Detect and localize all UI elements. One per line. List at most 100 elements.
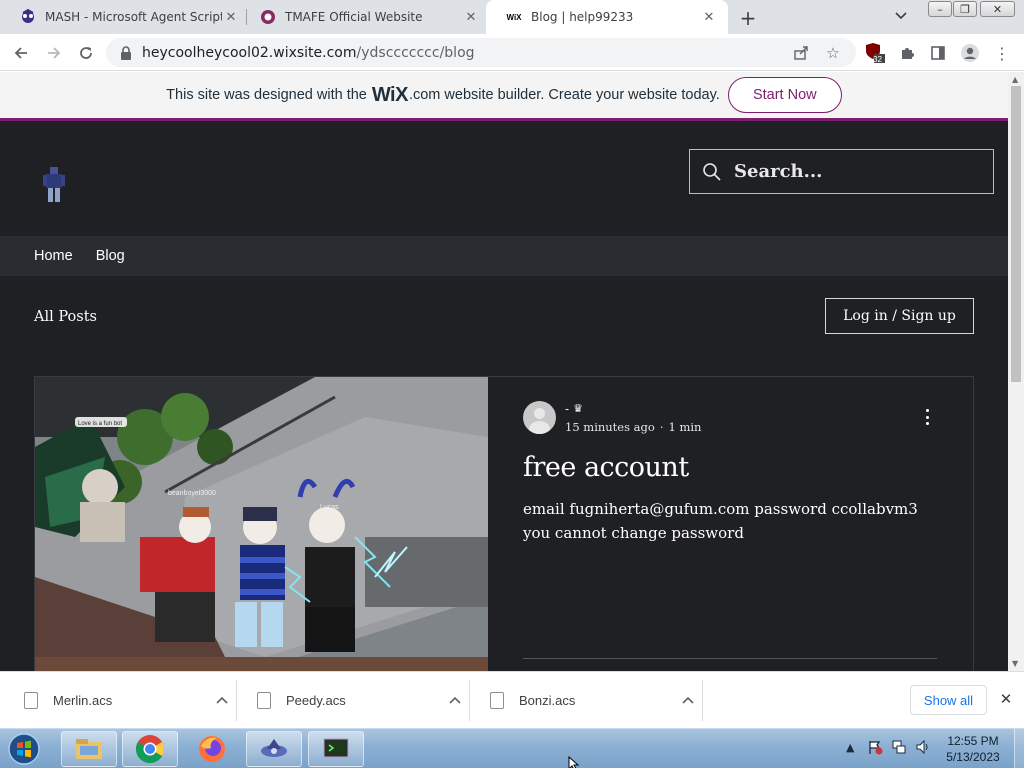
download-filename: Bonzi.acs — [519, 693, 576, 708]
download-item-peedy[interactable]: Peedy.acs — [237, 680, 470, 721]
new-tab-button[interactable]: + — [737, 6, 759, 30]
extension-badge: 32 — [873, 55, 882, 64]
all-posts-link[interactable]: All Posts — [34, 309, 97, 325]
close-icon[interactable]: ✕ — [700, 8, 718, 26]
site-search-input[interactable]: Search... — [689, 149, 994, 194]
post-card[interactable]: Love is a fun bot Lucas beanboyel3000 - … — [34, 376, 974, 671]
post-more-actions-icon[interactable] — [923, 407, 931, 427]
start-button[interactable] — [4, 731, 44, 767]
post-read-time: 1 min — [668, 419, 702, 434]
chevron-up-icon[interactable] — [673, 695, 703, 707]
profile-avatar-icon[interactable] — [958, 41, 982, 65]
chevron-up-icon[interactable] — [207, 695, 237, 707]
image-label-text: Lucas — [320, 504, 339, 511]
minimize-button[interactable]: – — [928, 1, 952, 17]
tab-tmafe[interactable]: TMAFE Official Website ✕ — [240, 0, 490, 34]
action-center-flag-icon[interactable] — [867, 739, 883, 758]
tab-search-chevron-icon[interactable] — [895, 9, 907, 23]
tab-mash[interactable]: MASH - Microsoft Agent Scriptin ✕ — [0, 0, 250, 34]
tab-title: MASH - Microsoft Agent Scriptin — [45, 10, 222, 24]
search-placeholder: Search... — [734, 161, 823, 182]
tab-strip: MASH - Microsoft Agent Scriptin ✕ TMAFE … — [0, 0, 1024, 34]
reload-button[interactable] — [74, 41, 98, 65]
file-icon — [24, 692, 38, 709]
clock-time: 12:55 PM — [947, 734, 999, 748]
share-icon[interactable] — [790, 38, 812, 67]
firefox-taskbar-icon[interactable] — [184, 731, 240, 767]
page-viewport: This site was designed with the WiX .com… — [0, 72, 1008, 671]
meta-dot: · — [659, 419, 664, 434]
login-signup-button[interactable]: Log in / Sign up — [825, 298, 974, 334]
download-filename: Merlin.acs — [53, 693, 113, 708]
image-label-text: beanboyel3000 — [168, 490, 216, 497]
tab-title: Blog | help99233 — [531, 10, 634, 24]
browser-toolbar: heycoolheycool02.wixsite.com/ydsccccccc/… — [0, 34, 1024, 71]
author-name[interactable]: - ♛ — [565, 402, 701, 416]
scroll-up-arrow-icon[interactable]: ▲ — [1012, 75, 1018, 84]
tmafe-icon — [260, 9, 276, 25]
blog-content: All Posts Log in / Sign up Love is a fun… — [14, 276, 994, 671]
explorer-taskbar-icon[interactable] — [61, 731, 117, 767]
agent-taskbar-icon[interactable] — [246, 731, 302, 767]
address-bar[interactable]: heycoolheycool02.wixsite.com/ydsccccccc/… — [106, 38, 856, 67]
mash-icon — [20, 9, 36, 25]
tab-title: TMAFE Official Website — [285, 10, 423, 24]
chrome-taskbar-icon[interactable] — [122, 731, 178, 767]
mouse-cursor-icon — [568, 755, 580, 768]
scroll-down-arrow-icon[interactable]: ▼ — [1012, 659, 1018, 668]
banner-suffix: .com website builder. Create your websit… — [408, 87, 720, 103]
close-icon[interactable]: ✕ — [222, 8, 240, 26]
wix-icon: WiX — [506, 12, 522, 22]
download-separator — [702, 680, 703, 721]
image-label-text: Love is a fun bot — [78, 421, 122, 427]
back-button[interactable] — [9, 41, 33, 65]
tab-blog[interactable]: WiX Blog | help99233 ✕ — [486, 0, 728, 34]
url-path: /ydsccccccc/blog — [356, 44, 475, 61]
author-row: - ♛ 15 minutes ago · 1 min — [523, 401, 943, 434]
network-icon[interactable] — [891, 739, 907, 758]
wix-ad-banner: This site was designed with the WiX .com… — [0, 72, 1008, 118]
show-all-downloads-button[interactable]: Show all — [910, 685, 987, 715]
author-meta: - ♛ 15 minutes ago · 1 min — [565, 402, 701, 434]
banner-prefix: This site was designed with the — [166, 87, 367, 103]
restore-button[interactable]: ❐ — [953, 1, 977, 17]
show-hidden-icons-chevron-icon[interactable]: ▲ — [846, 741, 854, 754]
post-meta: 15 minutes ago · 1 min — [565, 420, 701, 434]
site-nav: Home Blog — [0, 236, 1008, 276]
taskbar-clock[interactable]: 12:55 PM 5/13/2023 — [938, 733, 1008, 765]
kebab-menu-icon[interactable]: ⋮ — [990, 41, 1014, 65]
clock-date: 5/13/2023 — [946, 750, 1000, 764]
extensions-puzzle-icon[interactable] — [895, 41, 919, 65]
author-name-text: - — [565, 401, 570, 416]
site-logo[interactable] — [40, 165, 68, 205]
download-item-merlin[interactable]: Merlin.acs — [4, 680, 237, 721]
scrollbar-thumb[interactable] — [1011, 86, 1021, 382]
site-header: Search... — [0, 121, 1008, 236]
post-excerpt[interactable]: email fugniherta@gufum.com password ccol… — [523, 497, 935, 545]
file-icon — [490, 692, 504, 709]
volume-icon[interactable] — [915, 739, 931, 758]
ublock-extension-icon[interactable]: 32 — [863, 41, 887, 65]
crown-icon: ♛ — [573, 402, 583, 415]
show-desktop-button[interactable] — [1014, 729, 1024, 768]
close-icon[interactable]: ✕ — [997, 690, 1015, 708]
side-panel-icon[interactable] — [926, 41, 950, 65]
download-filename: Peedy.acs — [286, 693, 346, 708]
page-scrollbar[interactable]: ▲ ▼ — [1008, 72, 1024, 671]
star-icon[interactable]: ☆ — [822, 38, 844, 67]
search-icon — [702, 162, 722, 182]
file-icon — [257, 692, 271, 709]
wix-logo: WiX — [371, 83, 409, 106]
post-cover-image[interactable]: Love is a fun bot Lucas beanboyel3000 — [35, 377, 488, 671]
nav-link-home[interactable]: Home — [34, 248, 73, 264]
close-window-button[interactable]: ✕ — [980, 1, 1015, 17]
forward-button[interactable] — [42, 41, 66, 65]
chevron-up-icon[interactable] — [440, 695, 470, 707]
download-item-bonzi[interactable]: Bonzi.acs — [470, 680, 703, 721]
close-icon[interactable]: ✕ — [462, 8, 480, 26]
terminal-taskbar-icon[interactable] — [308, 731, 364, 767]
start-now-button[interactable]: Start Now — [727, 77, 842, 113]
nav-link-blog[interactable]: Blog — [96, 248, 125, 264]
post-title[interactable]: free account — [523, 452, 943, 483]
author-avatar[interactable] — [523, 401, 556, 434]
